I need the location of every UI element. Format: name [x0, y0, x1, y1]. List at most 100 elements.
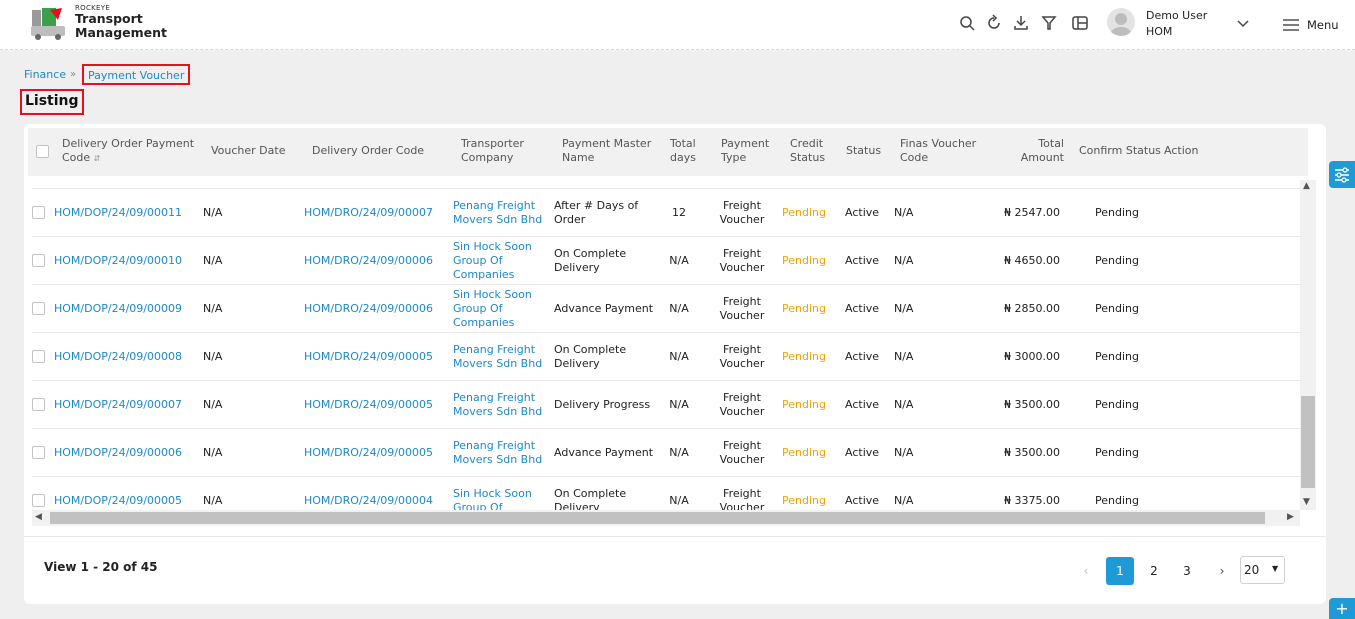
payment-code-link[interactable]: HOM/DOP/24/09/00009 [54, 302, 182, 316]
table-body: HOM/DOP/24/09/00011 N/A HOM/DRO/24/09/0000… [32, 188, 1302, 511]
total-days: N/A [669, 302, 689, 315]
chevron-down-icon[interactable] [1236, 16, 1250, 30]
transporter-link[interactable]: Penang Freight Movers Sdn Bhd [453, 343, 542, 371]
column-header[interactable]: Voucher Date [211, 144, 285, 158]
menu-button[interactable]: Menu [1283, 16, 1339, 34]
settings-sliders-icon[interactable] [1329, 161, 1355, 188]
delivery-order-link[interactable]: HOM/DRO/24/09/00004 [304, 494, 433, 508]
payment-master-name-line: Advance Payment [554, 302, 654, 315]
page-button[interactable]: 3 [1173, 557, 1201, 585]
payment-code-link[interactable]: HOM/DOP/24/09/00007 [54, 398, 182, 412]
scroll-up-icon[interactable]: ▲ [1303, 181, 1310, 191]
vertical-scroll-thumb[interactable] [1301, 396, 1315, 488]
table-row[interactable]: HOM/DOP/24/09/00007 N/A HOM/DRO/24/09/0000… [32, 380, 1302, 428]
page-size-value: 20 [1244, 563, 1260, 577]
filter-icon[interactable] [1040, 14, 1058, 32]
finas-voucher-code: N/A [894, 494, 914, 507]
column-header[interactable]: Delivery Order Payment Code ⇵ [62, 137, 197, 166]
horizontal-scrollbar[interactable]: ◀ ▶ [32, 510, 1300, 526]
page-button[interactable]: 1 [1106, 557, 1134, 585]
column-header[interactable]: Credit Status [790, 137, 830, 165]
status: Active [845, 254, 880, 267]
total-amount: ₦ 4650.00 [1004, 254, 1060, 267]
payment-type-line: Freight [723, 391, 761, 404]
row-checkbox[interactable] [32, 254, 45, 267]
delivery-order-link[interactable]: HOM/DRO/24/09/00005 [304, 350, 433, 364]
row-checkbox[interactable] [32, 206, 45, 219]
table-row[interactable]: HOM/DOP/24/09/00011 N/A HOM/DRO/24/09/0000… [32, 188, 1302, 236]
voucher-date: N/A [203, 302, 223, 315]
row-checkbox[interactable] [32, 302, 45, 315]
row-checkbox[interactable] [32, 446, 45, 459]
row-checkbox[interactable] [32, 350, 45, 363]
column-header[interactable]: Finas Voucher Code [900, 137, 980, 165]
column-header[interactable]: Payment Master Name [562, 137, 660, 165]
row-checkbox[interactable] [32, 398, 45, 411]
transporter-link[interactable]: Sin Hock Soon Group Of Companies [453, 240, 532, 282]
row-checkbox[interactable] [32, 494, 45, 507]
payment-code-link[interactable]: HOM/DOP/24/09/00005 [54, 494, 182, 508]
scroll-left-icon[interactable]: ◀ [35, 512, 42, 522]
credit-status: Pending [782, 206, 826, 219]
scroll-down-icon[interactable]: ▼ [1303, 497, 1310, 507]
payment-type-line: Freight [723, 343, 761, 356]
payment-code-link[interactable]: HOM/DOP/24/09/00010 [54, 254, 182, 268]
payment-master-name-line: After # Days of [554, 199, 639, 212]
next-page-icon[interactable]: › [1208, 557, 1236, 585]
status: Active [845, 206, 880, 219]
breadcrumb-finance[interactable]: Finance [24, 68, 66, 81]
select-all-checkbox[interactable] [36, 145, 49, 158]
delivery-order-link[interactable]: HOM/DRO/24/09/00006 [304, 302, 433, 316]
columns-icon[interactable] [1071, 14, 1089, 32]
transporter-link[interactable]: Penang Freight Movers Sdn Bhd [453, 199, 542, 227]
vertical-scrollbar[interactable]: ▲ ▼ [1300, 180, 1316, 510]
column-header[interactable]: Payment Type [721, 137, 771, 165]
page-size-select[interactable]: 20 ▼ [1240, 556, 1285, 584]
total-days: N/A [669, 446, 689, 459]
divider [24, 536, 1326, 537]
transporter-link-line: Companies [453, 268, 515, 281]
delivery-order-link[interactable]: HOM/DRO/24/09/00005 [304, 446, 433, 460]
column-header[interactable]: Confirm Status [1079, 144, 1161, 158]
finas-voucher-code: N/A [894, 446, 914, 459]
credit-status: Pending [782, 350, 826, 363]
finas-voucher-code: N/A [894, 302, 914, 315]
breadcrumb-current[interactable]: Payment Voucher [82, 64, 191, 85]
table-row[interactable]: HOM/DOP/24/09/00010 N/A HOM/DRO/24/09/0000… [32, 236, 1302, 284]
delivery-order-link[interactable]: HOM/DRO/24/09/00005 [304, 398, 433, 412]
transporter-link[interactable]: Sin Hock Soon Group Of Companies [453, 288, 532, 330]
horizontal-scroll-thumb[interactable] [50, 512, 1265, 524]
total-amount: ₦ 2850.00 [1004, 302, 1060, 315]
top-bar: ROCKEYE Transport Management Demo User H… [0, 0, 1355, 50]
transporter-link[interactable]: Sin Hock Soon Group Of [453, 487, 532, 511]
column-header[interactable]: Total days [670, 137, 704, 165]
column-header[interactable]: Status [846, 144, 881, 158]
previous-page-icon[interactable]: ‹ [1072, 557, 1100, 585]
brand-line-1: Transport [75, 11, 143, 26]
payment-code-link[interactable]: HOM/DOP/24/09/00011 [54, 206, 182, 220]
search-icon[interactable] [958, 14, 976, 32]
delivery-order-link[interactable]: HOM/DRO/24/09/00006 [304, 254, 433, 268]
sort-icon[interactable]: ⇵ [94, 154, 101, 163]
table-row[interactable]: HOM/DOP/24/09/00005 N/A HOM/DRO/24/09/0000… [32, 476, 1302, 511]
refresh-icon[interactable] [985, 14, 1003, 32]
column-header[interactable]: Transporter Company [461, 137, 543, 165]
add-icon[interactable]: + [1329, 598, 1355, 619]
transporter-link[interactable]: Penang Freight Movers Sdn Bhd [453, 439, 542, 467]
user-avatar[interactable] [1107, 8, 1135, 36]
delivery-order-link[interactable]: HOM/DRO/24/09/00007 [304, 206, 433, 220]
payment-code-link[interactable]: HOM/DOP/24/09/00008 [54, 350, 182, 364]
table-row[interactable]: HOM/DOP/24/09/00009 N/A HOM/DRO/24/09/0000… [32, 284, 1302, 332]
payment-type-line: Freight [723, 487, 761, 500]
total-days: N/A [669, 350, 689, 363]
table-row[interactable]: HOM/DOP/24/09/00006 N/A HOM/DRO/24/09/0000… [32, 428, 1302, 476]
scroll-right-icon[interactable]: ▶ [1287, 512, 1294, 522]
table-row[interactable]: HOM/DOP/24/09/00008 N/A HOM/DRO/24/09/0000… [32, 332, 1302, 380]
column-header[interactable]: Total Amount [1018, 137, 1064, 165]
payment-master-name-line: Delivery [554, 261, 600, 274]
transporter-link[interactable]: Penang Freight Movers Sdn Bhd [453, 391, 542, 419]
page-button[interactable]: 2 [1140, 557, 1168, 585]
download-icon[interactable] [1012, 14, 1030, 32]
column-header[interactable]: Delivery Order Code [312, 144, 424, 158]
payment-code-link[interactable]: HOM/DOP/24/09/00006 [54, 446, 182, 460]
